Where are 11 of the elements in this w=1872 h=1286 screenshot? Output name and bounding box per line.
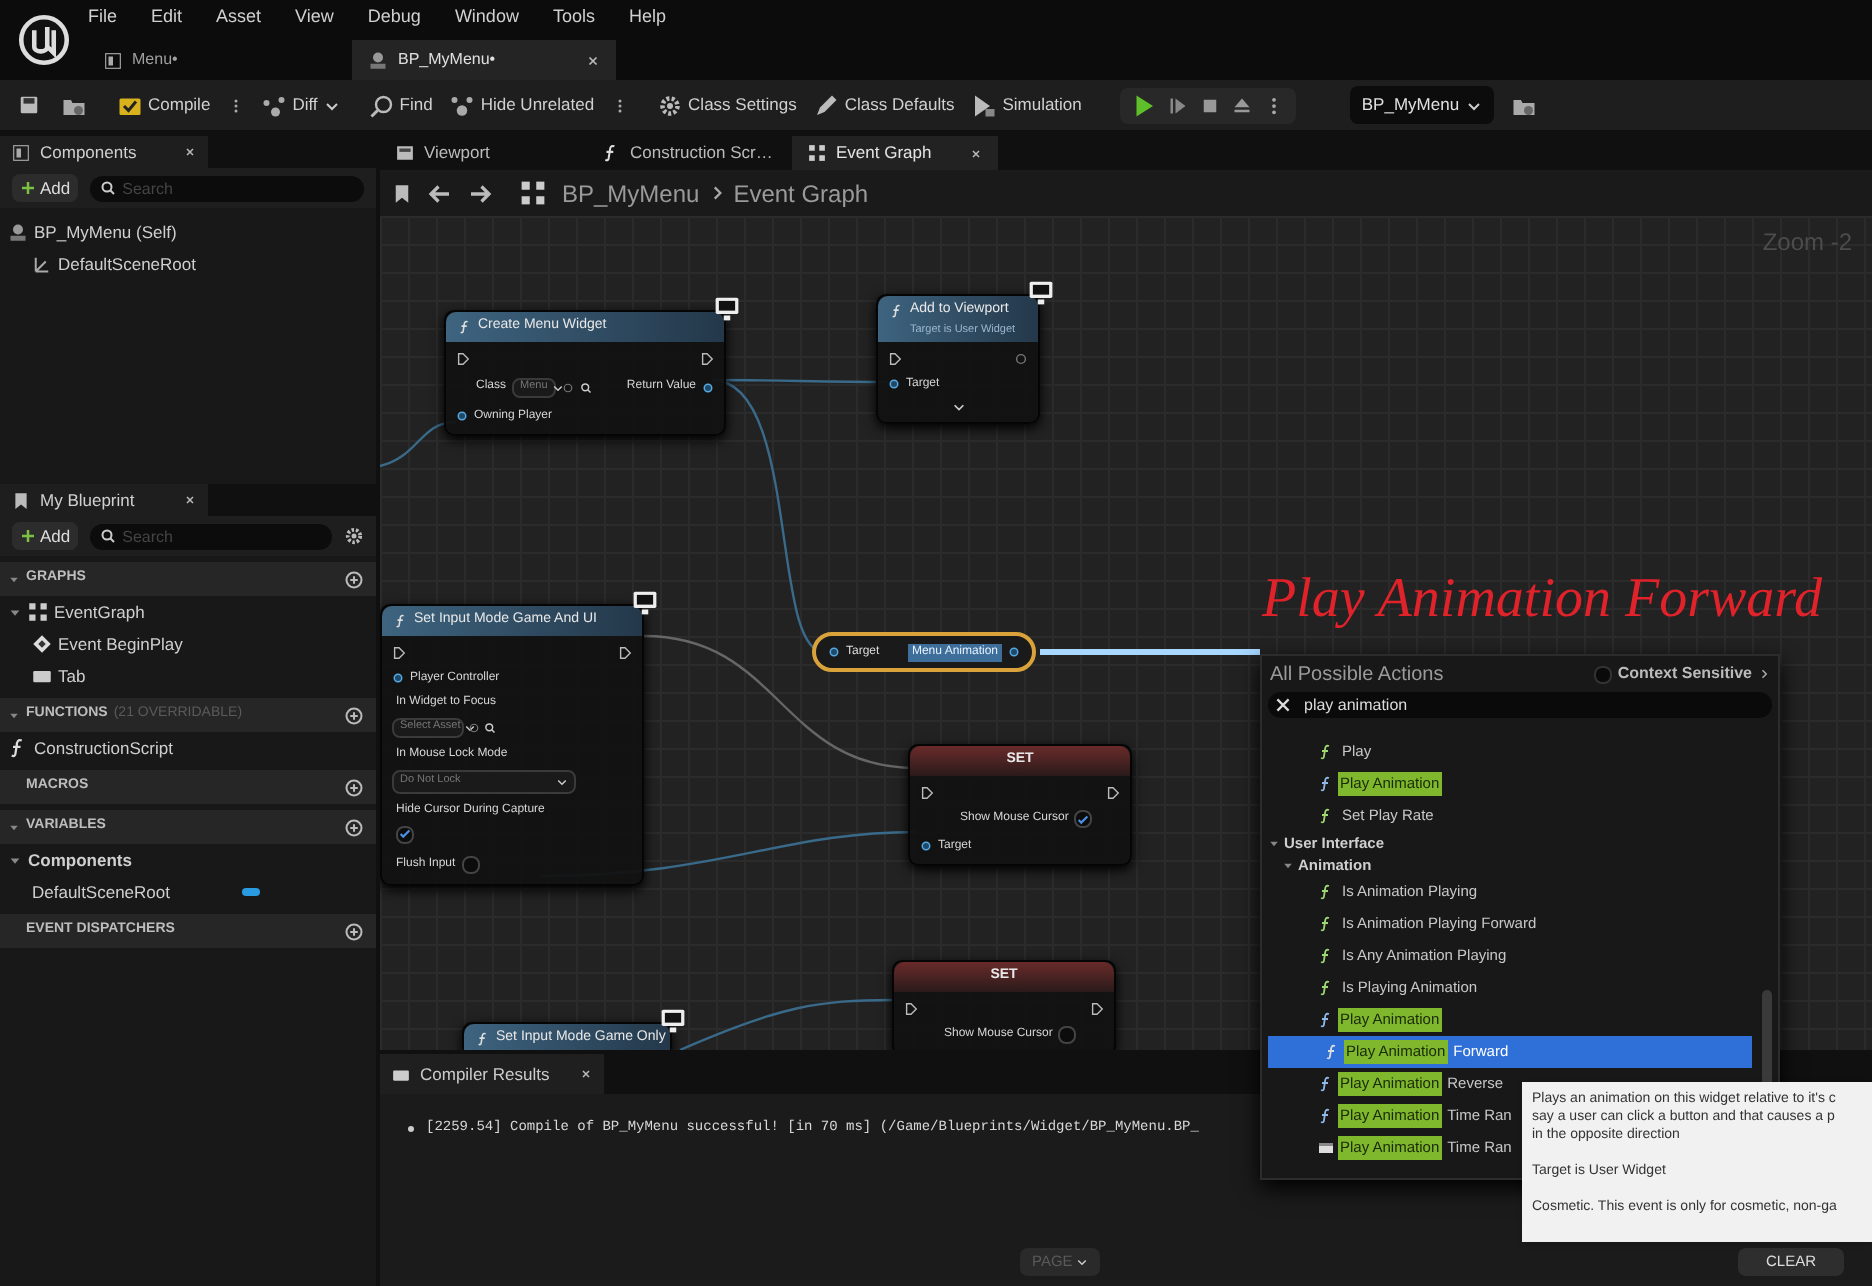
tab-label: Event Graph [836,140,934,166]
tab-label: Menu• [132,48,180,72]
tab-label: Compiler Results [420,1061,552,1087]
tab-label: Viewport [424,140,492,166]
checkbox-label: Context Sensitive [1617,662,1752,686]
menu-title: All Possible Actions [1270,661,1446,689]
tab-label: Construction Scr… [630,140,775,166]
tab-label: My Blueprint [40,487,137,513]
tab-label: BP_MyMenu• [398,48,498,72]
tab-label: Components [40,139,139,165]
handwritten-annotation: Play Animation Forward [1262,572,1822,628]
